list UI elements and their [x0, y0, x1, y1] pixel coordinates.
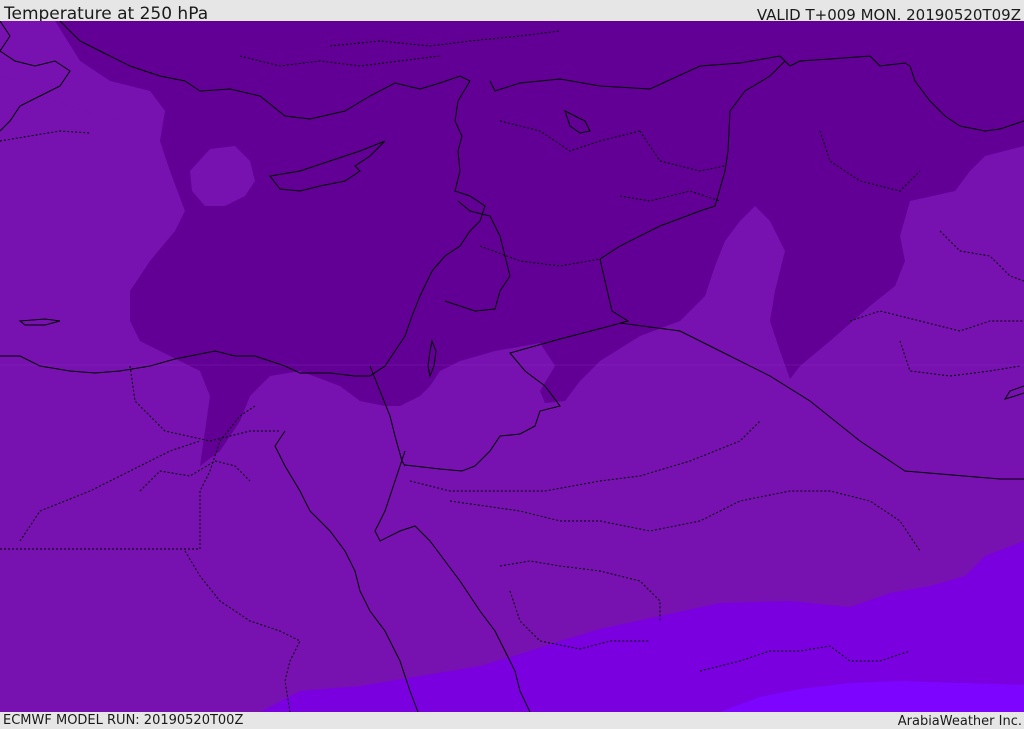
- weather-map-page: Temperature at 250 hPa VALID T+009 MON. …: [0, 0, 1024, 729]
- map-canvas[interactable]: [0, 21, 1024, 712]
- model-run-label: ECMWF MODEL RUN: 20190520T00Z: [3, 713, 244, 728]
- credit-label: ArabiaWeather Inc.: [897, 714, 1022, 729]
- header-bar: Temperature at 250 hPa VALID T+009 MON. …: [0, 0, 1024, 24]
- footer-bar: ECMWF MODEL RUN: 20190520T00Z ArabiaWeat…: [0, 712, 1024, 729]
- temperature-field-map: [0, 21, 1024, 712]
